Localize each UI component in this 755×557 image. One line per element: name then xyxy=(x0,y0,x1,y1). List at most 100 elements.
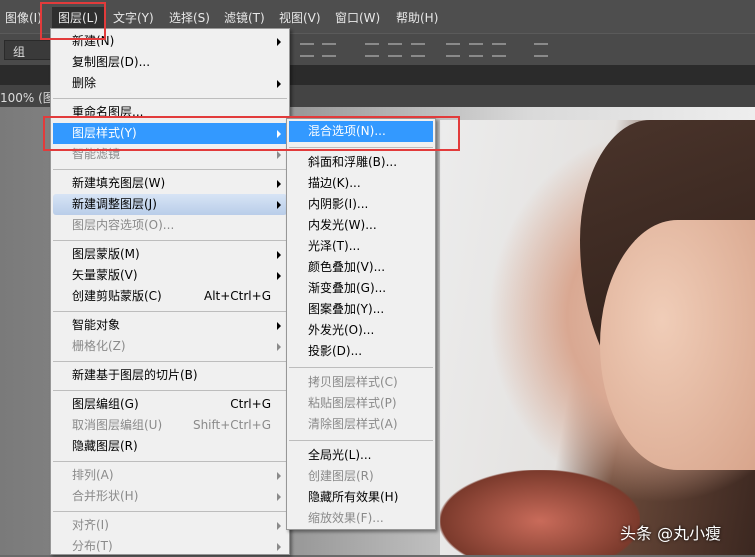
menu-item-label: 缩放效果(F)... xyxy=(308,511,384,525)
menu-item-label: 图层内容选项(O)... xyxy=(72,218,174,232)
menu-item-label: 光泽(T)... xyxy=(308,239,360,253)
menu-item[interactable]: 栅格化(Z) xyxy=(53,336,287,357)
layer-menu: 新建(N)复制图层(D)...删除重命名图层...图层样式(Y)智能滤镜新建填充… xyxy=(50,28,290,555)
menu-item[interactable]: 创建图层(R) xyxy=(289,466,433,487)
menu-item[interactable]: 拷贝图层样式(C) xyxy=(289,372,433,393)
menu-item[interactable]: 智能对象 xyxy=(53,315,287,336)
distribute-icon[interactable] xyxy=(365,43,379,57)
distribute-icon[interactable] xyxy=(492,43,506,57)
submenu-arrow-icon xyxy=(277,80,281,88)
layer-style-submenu: 混合选项(N)...斜面和浮雕(B)...描边(K)...内阴影(I)...内发… xyxy=(286,118,436,530)
menu-3[interactable]: 选择(S) xyxy=(169,9,210,26)
submenu-arrow-icon xyxy=(277,38,281,46)
menu-item[interactable]: 删除 xyxy=(53,73,287,94)
menu-item[interactable]: 新建基于图层的切片(B) xyxy=(53,365,287,386)
menu-item[interactable]: 描边(K)... xyxy=(289,173,433,194)
menu-item[interactable]: 内阴影(I)... xyxy=(289,194,433,215)
menu-item-label: 新建填充图层(W) xyxy=(72,176,165,190)
highlight-box xyxy=(40,2,106,40)
menu-item[interactable]: 缩放效果(F)... xyxy=(289,508,433,529)
menu-item-label: 拷贝图层样式(C) xyxy=(308,375,398,389)
menu-item[interactable]: 复制图层(D)... xyxy=(53,52,287,73)
menu-item[interactable]: 清除图层样式(A) xyxy=(289,414,433,435)
group-label: 组 xyxy=(13,45,25,59)
menu-item-label: 粘贴图层样式(P) xyxy=(308,396,397,410)
menu-item[interactable]: 斜面和浮雕(B)... xyxy=(289,152,433,173)
highlight-box xyxy=(43,116,460,151)
menu-item[interactable]: 图层蒙版(M) xyxy=(53,244,287,265)
menu-item-label: 对齐(I) xyxy=(72,518,109,532)
menu-item[interactable]: 分布(T) xyxy=(53,536,287,557)
menu-item[interactable]: 粘贴图层样式(P) xyxy=(289,393,433,414)
watermark: 头条 @丸小瘦 xyxy=(620,520,721,544)
menu-item-label: 投影(D)... xyxy=(308,344,362,358)
submenu-arrow-icon xyxy=(277,522,281,530)
menu-item[interactable]: 新建填充图层(W) xyxy=(53,173,287,194)
menu-item[interactable]: 颜色叠加(V)... xyxy=(289,257,433,278)
menu-separator xyxy=(53,461,287,462)
shortcut-label: Alt+Ctrl+G xyxy=(204,286,271,307)
distribute-icon[interactable] xyxy=(388,43,402,57)
align-icon[interactable] xyxy=(322,43,336,57)
shortcut-label: Shift+Ctrl+G xyxy=(193,415,271,436)
menu-0[interactable]: 图像(I) xyxy=(5,9,42,26)
menu-item[interactable]: 对齐(I) xyxy=(53,515,287,536)
menu-item-label: 栅格化(Z) xyxy=(72,339,126,353)
submenu-arrow-icon xyxy=(277,201,281,209)
submenu-arrow-icon xyxy=(277,251,281,259)
menu-item-label: 新建调整图层(J) xyxy=(72,197,157,211)
menu-item[interactable]: 新建调整图层(J) xyxy=(53,194,287,215)
menu-item[interactable]: 取消图层编组(U)Shift+Ctrl+G xyxy=(53,415,287,436)
menu-separator xyxy=(53,240,287,241)
menu-item[interactable]: 图层编组(G)Ctrl+G xyxy=(53,394,287,415)
menu-item[interactable]: 隐藏所有效果(H) xyxy=(289,487,433,508)
menu-item[interactable]: 合并形状(H) xyxy=(53,486,287,507)
menu-4[interactable]: 滤镜(T) xyxy=(224,9,265,26)
menu-item[interactable]: 内发光(W)... xyxy=(289,215,433,236)
menu-item[interactable]: 创建剪贴蒙版(C) Alt+Ctrl+G xyxy=(53,286,287,307)
menu-item[interactable]: 图案叠加(Y)... xyxy=(289,299,433,320)
menu-item-label: 清除图层样式(A) xyxy=(308,417,398,431)
menu-item-label: 图层蒙版(M) xyxy=(72,247,140,261)
menu-6[interactable]: 窗口(W) xyxy=(335,9,380,26)
distribute-icon[interactable] xyxy=(411,43,425,57)
menu-item-label: 排列(A) xyxy=(72,468,114,482)
menu-separator xyxy=(53,390,287,391)
menu-separator xyxy=(53,169,287,170)
menu-item[interactable]: 渐变叠加(G)... xyxy=(289,278,433,299)
distribute-icon[interactable] xyxy=(446,43,460,57)
menu-item-label: 图案叠加(Y)... xyxy=(308,302,384,316)
distribute-icon[interactable] xyxy=(469,43,483,57)
menu-item[interactable]: 投影(D)... xyxy=(289,341,433,362)
align-icon[interactable] xyxy=(300,43,314,57)
menu-item-label: 创建剪贴蒙版(C) xyxy=(72,289,162,303)
menu-item[interactable]: 排列(A) xyxy=(53,465,287,486)
menu-item[interactable]: 矢量蒙版(V) xyxy=(53,265,287,286)
menu-item-label: 颜色叠加(V)... xyxy=(308,260,385,274)
menu-item-label: 斜面和浮雕(B)... xyxy=(308,155,397,169)
menu-item-label: 隐藏图层(R) xyxy=(72,439,138,453)
menu-item[interactable]: 外发光(O)... xyxy=(289,320,433,341)
menu-7[interactable]: 帮助(H) xyxy=(396,9,438,26)
menu-separator xyxy=(53,311,287,312)
menu-item-label: 描边(K)... xyxy=(308,176,361,190)
menu-item-label: 矢量蒙版(V) xyxy=(72,268,138,282)
menu-item[interactable]: 隐藏图层(R) xyxy=(53,436,287,457)
menu-2[interactable]: 文字(Y) xyxy=(113,9,154,26)
menu-item-label: 全局光(L)... xyxy=(308,448,372,462)
menu-item[interactable]: 全局光(L)... xyxy=(289,445,433,466)
auto-align-icon[interactable] xyxy=(534,43,548,57)
menu-item-label: 图层编组(G) xyxy=(72,397,139,411)
menu-item[interactable]: 图层内容选项(O)... xyxy=(53,215,287,236)
menu-item-label: 复制图层(D)... xyxy=(72,55,150,69)
submenu-arrow-icon xyxy=(277,272,281,280)
photo-hand xyxy=(440,470,640,555)
menu-item[interactable]: 光泽(T)... xyxy=(289,236,433,257)
submenu-arrow-icon xyxy=(277,343,281,351)
menu-5[interactable]: 视图(V) xyxy=(279,9,321,26)
menu-item-label: 删除 xyxy=(72,76,96,90)
menu-item-label: 合并形状(H) xyxy=(72,489,138,503)
menu-item-label: 智能对象 xyxy=(72,318,120,332)
menu-separator xyxy=(289,440,433,441)
submenu-arrow-icon xyxy=(277,493,281,501)
